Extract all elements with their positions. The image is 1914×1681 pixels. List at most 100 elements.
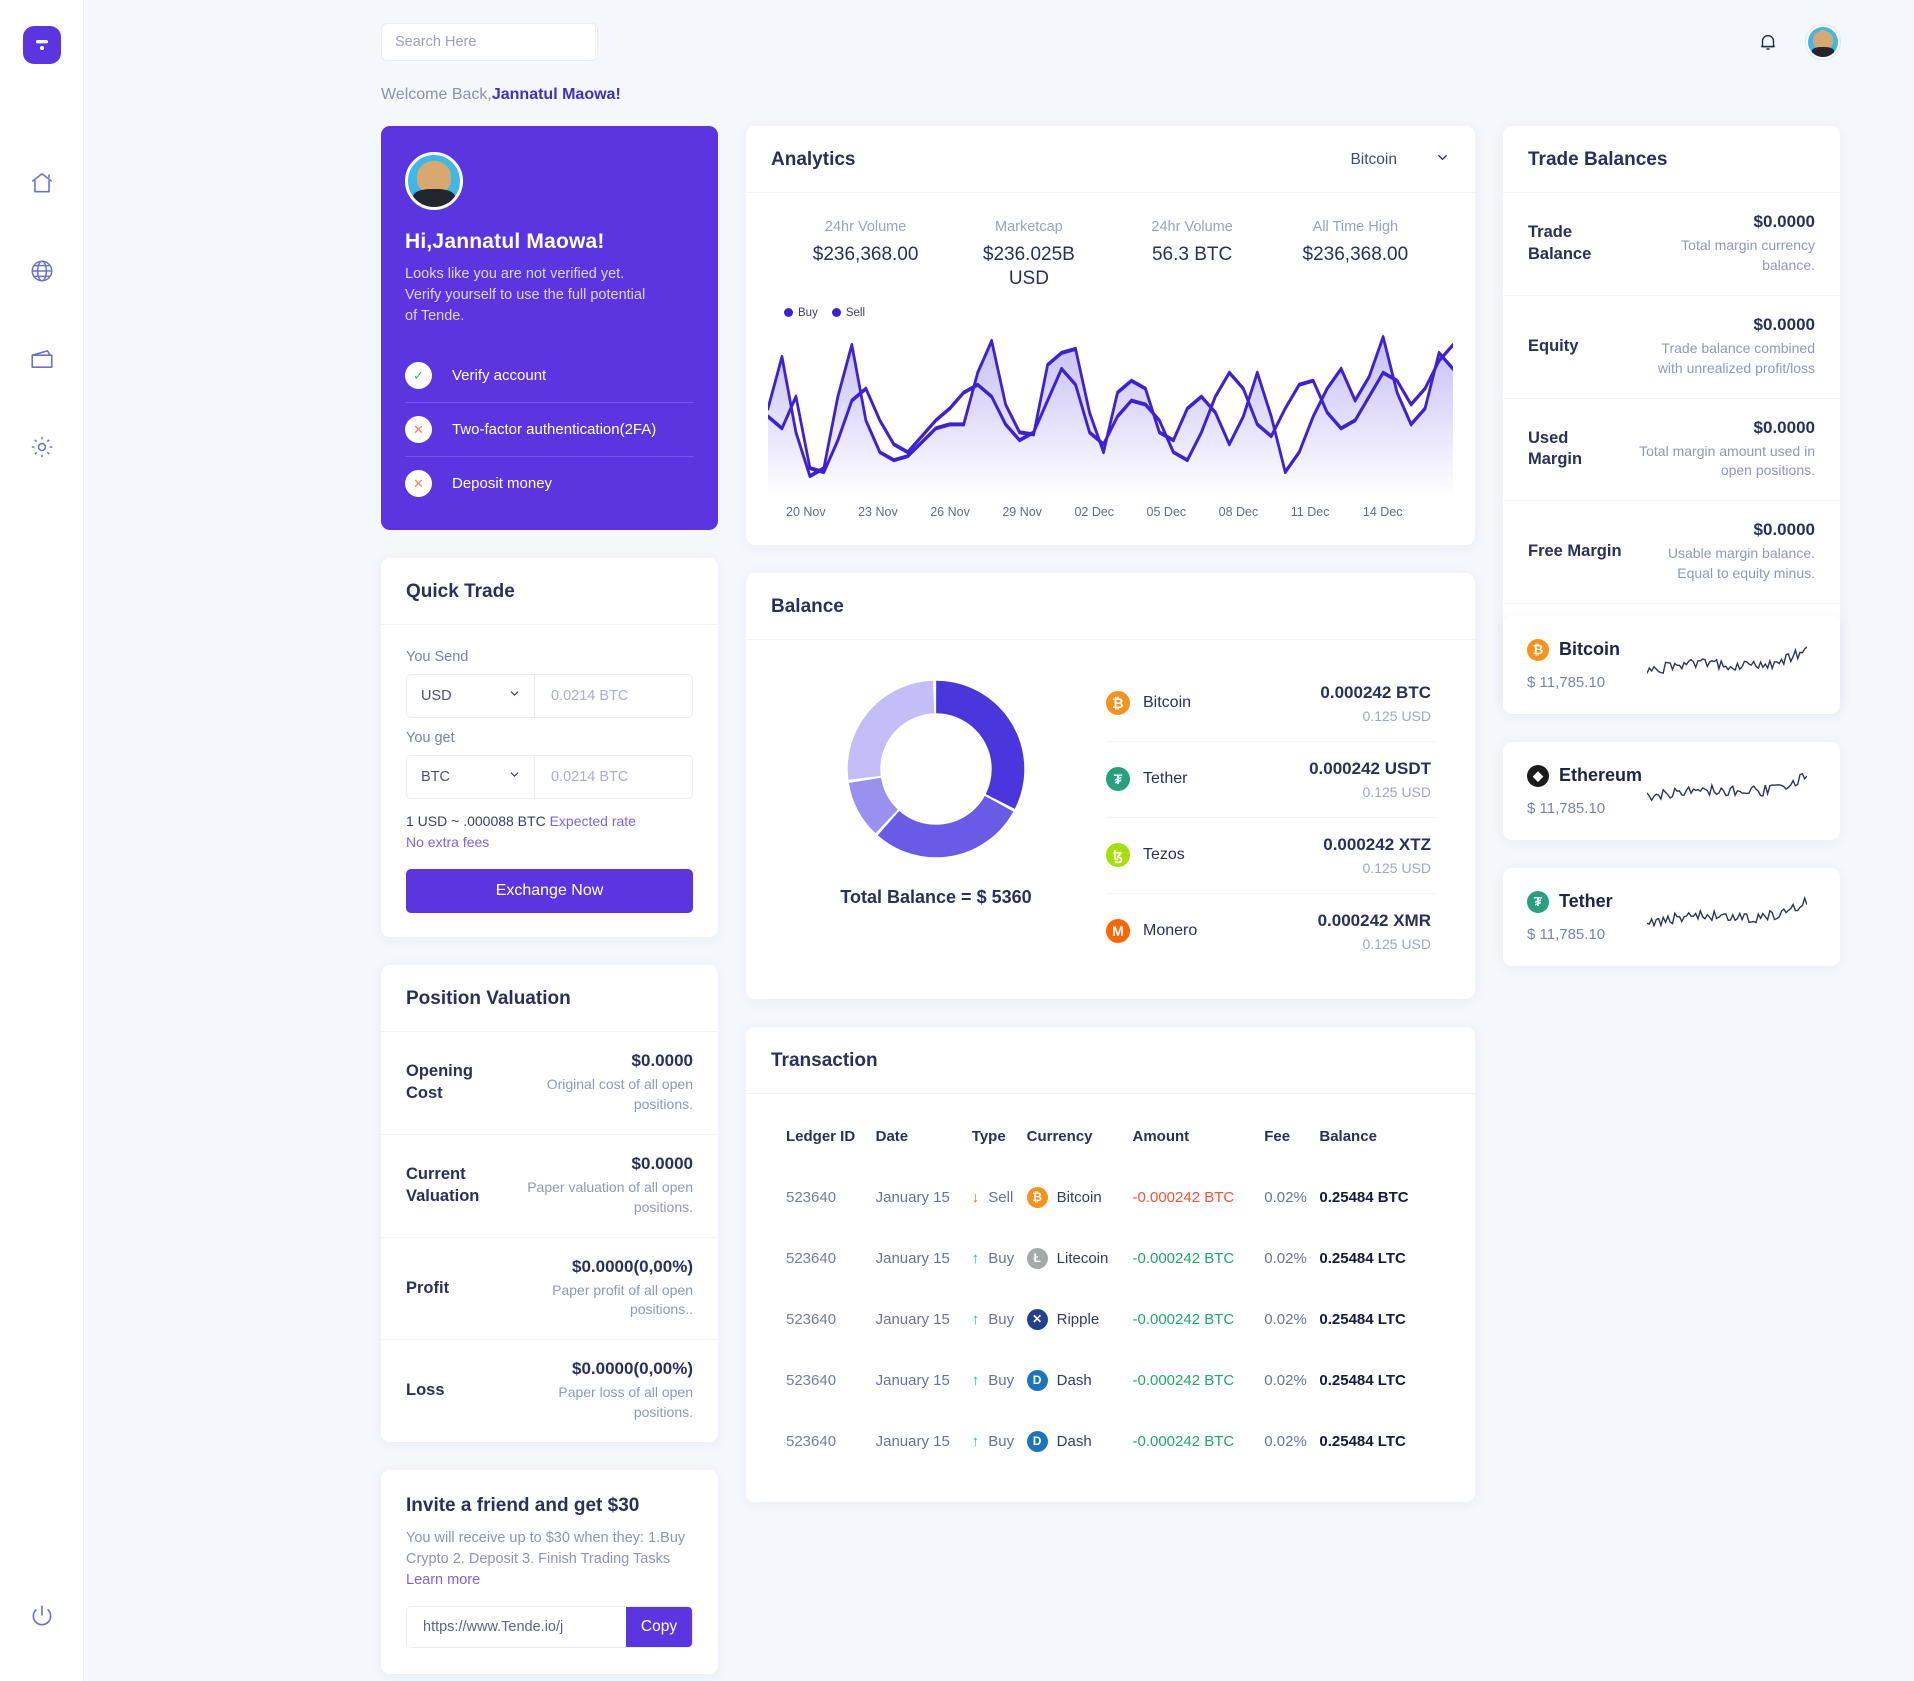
logout-power-icon[interactable] (27, 1601, 57, 1631)
cell-amount: -0.000242 BTC (1132, 1188, 1235, 1206)
ticker-price: $ 11,785.10 (1527, 673, 1606, 691)
coin-values: 0.000242 USDT 0.125 USD (1309, 759, 1431, 800)
checklist-item-deposit-money[interactable]: ✕ Deposit money (405, 456, 694, 510)
kv-row: Trade Balance $0.0000 Total margin curre… (1503, 193, 1840, 295)
balance-body: Total Balance = $ 5360 ₿ Bitcoin 0.00024… (746, 640, 1475, 999)
legend-dot-icon (831, 308, 841, 317)
cell-fee: 0.02% (1264, 1188, 1307, 1206)
invite-url-input[interactable] (407, 1607, 626, 1648)
cell-ledger-id: 523640 (786, 1188, 837, 1206)
cell-type: ↑ Buy (972, 1228, 1027, 1289)
coin-row: ₿ Bitcoin 0.000242 BTC 0.125 USD (1106, 666, 1435, 741)
ticker-card-tether[interactable]: ₮ Tether $ 11,785.10 (1503, 867, 1840, 966)
checklist-label: Two-factor authentication(2FA) (452, 421, 657, 439)
cell-type: ↑ Buy (972, 1289, 1027, 1350)
sidebar-item-settings[interactable] (27, 432, 57, 462)
exchange-now-button[interactable]: Exchange Now (406, 869, 693, 914)
cell-ledger-id: 523640 (786, 1371, 837, 1389)
ticker-label: Tether (1559, 891, 1613, 912)
ticker-sparkline (1647, 638, 1816, 692)
column-header: Fee (1264, 1127, 1291, 1145)
profile-greeting: Hi,Jannatul Maowa! (405, 230, 605, 253)
invite-friend-card: Invite a friend and get $30 You will rec… (381, 1470, 718, 1675)
table-row[interactable]: 523640 January 15 ↑ Buy D Dash -0.000242 B… (786, 1411, 1435, 1472)
x-tick-label: 02 Dec (1074, 504, 1115, 519)
kv-value: $0.0000 (1753, 314, 1815, 334)
sidebar-nav (27, 168, 57, 462)
right-column: Trade Balances Trade Balance $0.0000 Tot… (1503, 126, 1840, 966)
sidebar-item-explore[interactable] (27, 256, 57, 286)
cell-amount: -0.000242 BTC (1132, 1310, 1235, 1328)
rate-suffix: Expected rate (549, 813, 636, 830)
kv-value: $0.0000 (631, 1153, 693, 1173)
balance-card: Balance Total Balance = $ 5360 ₿ Bitcoin… (746, 572, 1475, 999)
ticker-name: ₿ Bitcoin (1527, 638, 1647, 661)
legend-label: Sell (845, 306, 866, 319)
x-tick-label: 05 Dec (1146, 504, 1187, 519)
cell-type: ↓ Sell (972, 1167, 1027, 1228)
legend-sell: Sell (831, 306, 866, 319)
search-bar[interactable] (381, 23, 598, 61)
learn-more-link[interactable]: Learn more (406, 1572, 480, 1588)
coin-usd: 0.125 USD (1362, 707, 1431, 724)
search-icon[interactable] (595, 24, 597, 60)
cell-type: ↑ Buy (972, 1411, 1027, 1472)
trade-balances-title: Trade Balances (1503, 126, 1840, 193)
table-row[interactable]: 523640 January 15 ↑ Buy D Dash -0.000242 B… (786, 1350, 1435, 1411)
bell-icon[interactable] (1757, 31, 1779, 53)
cell-amount: -0.000242 BTC (1132, 1432, 1235, 1450)
avatar[interactable] (1806, 25, 1840, 59)
balance-donut-chart (847, 680, 1025, 857)
get-amount-input[interactable] (535, 756, 692, 799)
coin-values: 0.000242 XTZ 0.125 USD (1323, 835, 1431, 876)
coin-label: Monero (1143, 922, 1198, 939)
sidebar-item-home[interactable] (27, 168, 57, 198)
coin-amount: 0.000242 BTC (1320, 682, 1431, 702)
you-send-row: USD (406, 674, 693, 719)
column-header: Currency (1026, 1127, 1093, 1145)
analytics-head: Analytics Bitcoin (746, 126, 1475, 193)
copy-button[interactable]: Copy (626, 1607, 692, 1648)
cell-balance: 0.25484 BTC (1319, 1188, 1409, 1206)
stat-marketcap: Marketcap $236.025B USD (947, 219, 1110, 291)
sidebar-item-wallet[interactable] (27, 344, 57, 374)
legend-buy: Buy (784, 307, 818, 319)
ticker-info: ₮ Tether $ 11,785.10 (1527, 890, 1647, 943)
checklist-item-2fa[interactable]: ✕ Two-factor authentication(2FA) (405, 402, 694, 456)
cell-currency: Ł Litecoin (1026, 1228, 1133, 1289)
send-amount-input[interactable] (535, 675, 692, 718)
coin-label: Tezos (1143, 846, 1185, 863)
ticker-label: Bitcoin (1559, 639, 1620, 660)
stat-label: Marketcap (995, 219, 1063, 235)
total-balance-label: Total Balance = $ 5360 (840, 886, 1032, 907)
x-tick-label: 11 Dec (1290, 504, 1330, 519)
position-valuation-title: Position Valuation (381, 965, 718, 1033)
ticker-info: ◆ Ethereum $ 11,785.10 (1527, 764, 1647, 817)
get-currency-wrap[interactable]: BTC (407, 756, 535, 799)
ticker-card-bitcoin[interactable]: ₿ Bitcoin $ 11,785.10 (1503, 615, 1840, 714)
get-currency-select[interactable]: BTC (407, 756, 535, 799)
coin-label: Bitcoin (1143, 694, 1192, 711)
send-currency-select[interactable]: USD (407, 675, 535, 718)
quick-trade-card: Quick Trade You Send USD 0.0214 BTC You … (381, 558, 718, 938)
profile-card: Hi,Jannatul Maowa! Looks like you are no… (381, 126, 718, 531)
chart-legend: Buy Sell (746, 291, 1475, 319)
coins-list: ₿ Bitcoin 0.000242 BTC 0.125 USD ₮ Tethe… (1106, 666, 1435, 969)
send-currency-wrap[interactable]: USD (407, 675, 535, 718)
table-row[interactable]: 523640 January 15 ↑ Buy Ł Litecoin -0.0002… (786, 1228, 1435, 1289)
search-input[interactable] (382, 24, 595, 60)
checklist-label: Deposit money (452, 475, 553, 493)
cell-fee: 0.02% (1264, 1432, 1307, 1450)
tende-logo-icon[interactable] (22, 26, 61, 64)
cell-currency: D Dash (1026, 1350, 1133, 1411)
ticker-card-ethereum[interactable]: ◆ Ethereum $ 11,785.10 (1503, 741, 1840, 840)
table-row[interactable]: 523640 January 15 ↓ Sell ₿ Bitcoin -0.0002… (786, 1167, 1435, 1228)
kv-desc: Paper valuation of all open positions. (527, 1178, 693, 1215)
coin-select-dropdown[interactable]: Bitcoin (1350, 150, 1450, 170)
checklist-item-verify-account[interactable]: ✓ Verify account (405, 349, 694, 402)
invite-title: Invite a friend and get $30 (406, 1495, 640, 1517)
litecoin-icon: Ł (1026, 1247, 1048, 1269)
coin-name: ꜩ Tezos (1106, 843, 1185, 867)
table-row[interactable]: 523640 January 15 ↑ Buy ✕ Ripple -0.000242… (786, 1289, 1435, 1350)
transaction-title: Transaction (746, 1027, 1475, 1094)
